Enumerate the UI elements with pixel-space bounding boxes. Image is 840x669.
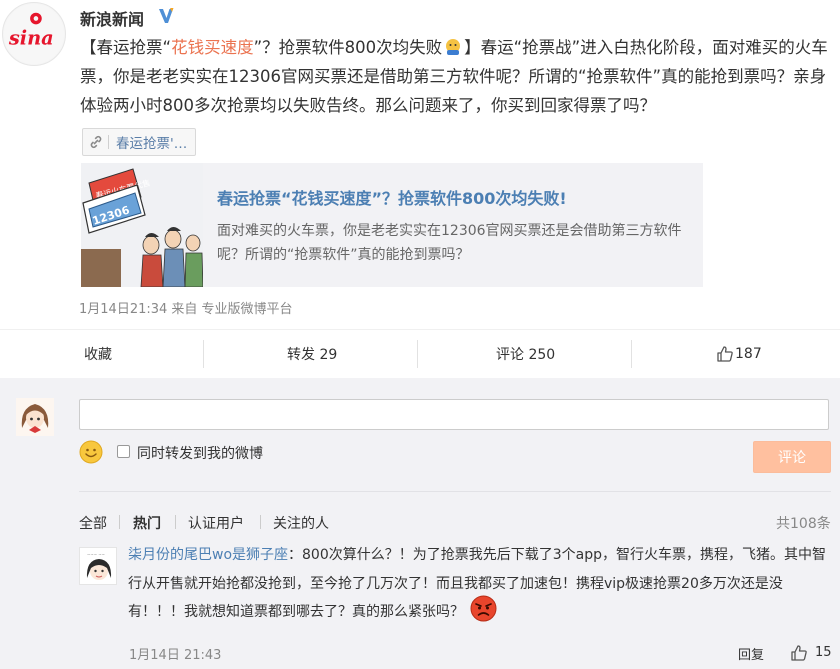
filter-hot[interactable]: 热门 (133, 513, 161, 533)
repost-checkbox-label[interactable]: 同时转发到我的微博 (137, 443, 263, 463)
filter-following[interactable]: 关注的人 (273, 513, 329, 533)
filter-separator (119, 515, 120, 529)
sina-logo-icon: sina (3, 3, 65, 65)
commenter-avatar[interactable]: ~~~ ~~ (79, 547, 117, 585)
post-text-highlight: 花钱买速度 (171, 38, 254, 57)
reply-button[interactable]: 回复 (738, 644, 764, 663)
thumb-up-icon (717, 346, 733, 362)
author-name[interactable]: 新浪新闻 (80, 6, 144, 30)
article-illustration: 春运火车票代售 12306 (81, 163, 203, 287)
comment-button[interactable]: 评论 250 (496, 344, 555, 364)
comment-body: 柒月份的尾巴wo是狮子座：800次算什么？！为了抢票我先后下载了3个app，智行… (128, 541, 833, 627)
action-bar: 收藏 转发 29 评论 250 187 (0, 330, 840, 378)
action-divider (631, 340, 632, 368)
repost-checkbox[interactable] (117, 445, 130, 458)
collect-button[interactable]: 收藏 (84, 344, 112, 364)
svg-text:~~~ ~~: ~~~ ~~ (87, 552, 105, 557)
thumb-up-icon[interactable] (790, 644, 808, 662)
repost-button[interactable]: 转发 29 (287, 344, 337, 364)
comment-total: 共108条 (776, 516, 831, 532)
comment-input[interactable] (79, 399, 829, 430)
filter-verified[interactable]: 认证用户 (188, 513, 244, 533)
action-divider (417, 340, 418, 368)
like-button[interactable]: 187 (716, 345, 762, 363)
topic-tag[interactable]: 春运抢票'… (82, 128, 197, 156)
filter-divider (79, 491, 831, 492)
filter-separator (260, 515, 261, 529)
verified-icon (159, 8, 174, 23)
submit-comment-button[interactable]: 评论 (753, 441, 831, 473)
post-text-mid: ”？抢票软件800次均失败 (253, 38, 443, 57)
link-icon (90, 135, 102, 149)
topic-tag-label: 春运抢票'… (116, 136, 188, 152)
anime-avatar-image (16, 398, 54, 436)
smile-icon[interactable] (79, 440, 103, 464)
comment-timestamp: 1月14日 21:43 (129, 648, 222, 663)
angry-emoji-icon (470, 595, 497, 621)
action-divider (203, 340, 204, 368)
article-thumbnail: 春运火车票代售 12306 (81, 163, 203, 287)
author-avatar[interactable]: sina (2, 2, 66, 66)
comment-like-count: 15 (815, 645, 832, 660)
post-meta[interactable]: 1月14日21:34 来自 专业版微博平台 (79, 298, 293, 317)
article-card-body: 春运抢票“花钱买速度”？抢票软件800次均失败! 面对难买的火车票，你是老老实实… (203, 163, 687, 287)
article-title[interactable]: 春运抢票“花钱买速度”？抢票软件800次均失败! (217, 185, 687, 209)
commenter-name[interactable]: 柒月份的尾巴wo是狮子座 (128, 547, 288, 563)
post-text-open: 【春运抢票“ (80, 38, 172, 57)
worried-emoji-icon (446, 39, 461, 55)
my-avatar[interactable] (16, 398, 54, 436)
filter-all[interactable]: 全部 (79, 513, 107, 533)
filter-separator (175, 515, 176, 529)
post-text: 【春运抢票“花钱买速度”？抢票软件800次均失败 】春运“抢票战”进入白热化阶段… (80, 33, 830, 120)
sina-logo-text: sina (8, 27, 54, 50)
article-description: 面对难买的火车票，你是老老实实在12306官网买票还是会借助第三方软件呢？所谓的… (217, 223, 682, 263)
tag-divider (108, 135, 109, 149)
like-count: 187 (735, 346, 762, 362)
commenter-avatar-image: ~~~ ~~ (80, 548, 116, 584)
article-card[interactable]: 春运火车票代售 12306 春运抢票“花钱买速度”？抢票软件800次均失败! 面… (81, 163, 703, 287)
